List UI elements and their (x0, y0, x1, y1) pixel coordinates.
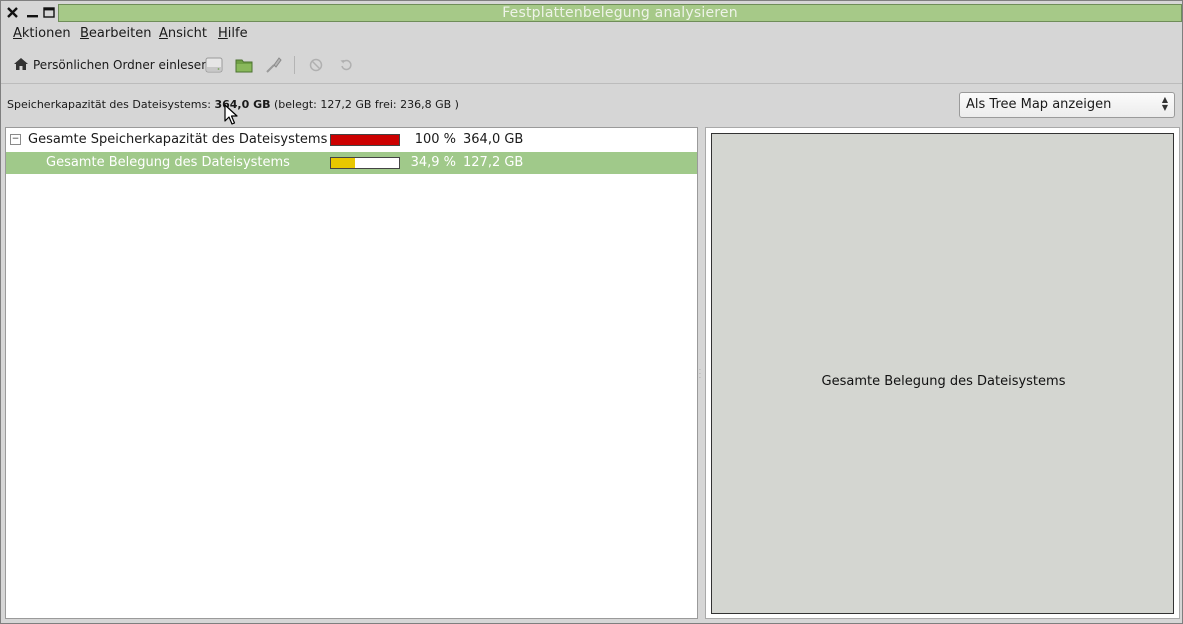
tree-row-name: Gesamte Belegung des Dateisystems (46, 155, 290, 170)
scan-filesystem-icon[interactable] (204, 56, 224, 74)
scan-home-button[interactable]: Persönlichen Ordner einlesen (13, 54, 209, 76)
capacity-detail: (belegt: 127,2 GB frei: 236,8 GB ) (274, 98, 459, 111)
treemap-label: Gesamte Belegung des Dateisystems (821, 374, 1066, 389)
menu-hilfe[interactable]: Hilfe (218, 25, 248, 45)
stop-icon[interactable] (306, 56, 326, 74)
scan-remote-icon[interactable] (264, 56, 284, 74)
tree-row[interactable]: − Gesamte Speicherkapazität des Dateisys… (6, 129, 697, 151)
toolbar-separator (294, 56, 295, 74)
treemap-panel: Gesamte Belegung des Dateisystems (705, 127, 1180, 619)
app-window: Festplattenbelegung analysieren Aktionen… (0, 0, 1183, 624)
view-mode-value: Als Tree Map anzeigen (966, 97, 1112, 112)
usage-tree[interactable]: − Gesamte Speicherkapazität des Dateisys… (5, 127, 698, 619)
usage-bar-fill (331, 158, 355, 168)
refresh-icon[interactable] (336, 56, 356, 74)
updown-arrows-icon: ▲ ▼ (1161, 95, 1168, 112)
toolbar-divider (1, 83, 1182, 84)
mouse-cursor-icon (224, 104, 238, 126)
home-icon (13, 57, 29, 74)
menu-bar: Aktionen Bearbeiten Ansicht Hilfe (1, 25, 1182, 45)
title-bar: Festplattenbelegung analysieren (1, 1, 1182, 23)
toolbar: Persönlichen Ordner einlesen (1, 51, 1182, 79)
capacity-label: Speicherkapazität des Dateisystems: (7, 98, 211, 111)
collapse-icon[interactable]: − (10, 134, 21, 145)
minimize-icon[interactable] (25, 4, 39, 20)
window-title[interactable]: Festplattenbelegung analysieren (58, 4, 1182, 22)
tree-row-size: 364,0 GB (463, 132, 524, 147)
tree-row-percent: 34,9 % (410, 155, 456, 170)
tree-row-size: 127,2 GB (463, 155, 524, 170)
pane-splitter-handle[interactable]: · · · (699, 368, 703, 382)
tree-row-percent: 100 % (414, 132, 456, 147)
menu-bearbeiten[interactable]: Bearbeiten (80, 25, 151, 45)
treemap-block[interactable]: Gesamte Belegung des Dateisystems (711, 133, 1174, 614)
menu-aktionen[interactable]: Aktionen (13, 25, 71, 45)
scan-home-label: Persönlichen Ordner einlesen (33, 58, 209, 72)
capacity-value: 364,0 GB (214, 98, 271, 111)
tree-row-selected[interactable]: Gesamte Belegung des Dateisystems 34,9 %… (6, 152, 697, 174)
scan-folder-icon[interactable] (234, 56, 254, 74)
menu-ansicht[interactable]: Ansicht (159, 25, 207, 45)
tree-row-name: Gesamte Speicherkapazität des Dateisyste… (28, 132, 328, 147)
view-mode-select[interactable]: Als Tree Map anzeigen ▲ ▼ (959, 92, 1175, 118)
maximize-icon[interactable] (42, 4, 56, 20)
close-icon[interactable] (5, 4, 19, 20)
